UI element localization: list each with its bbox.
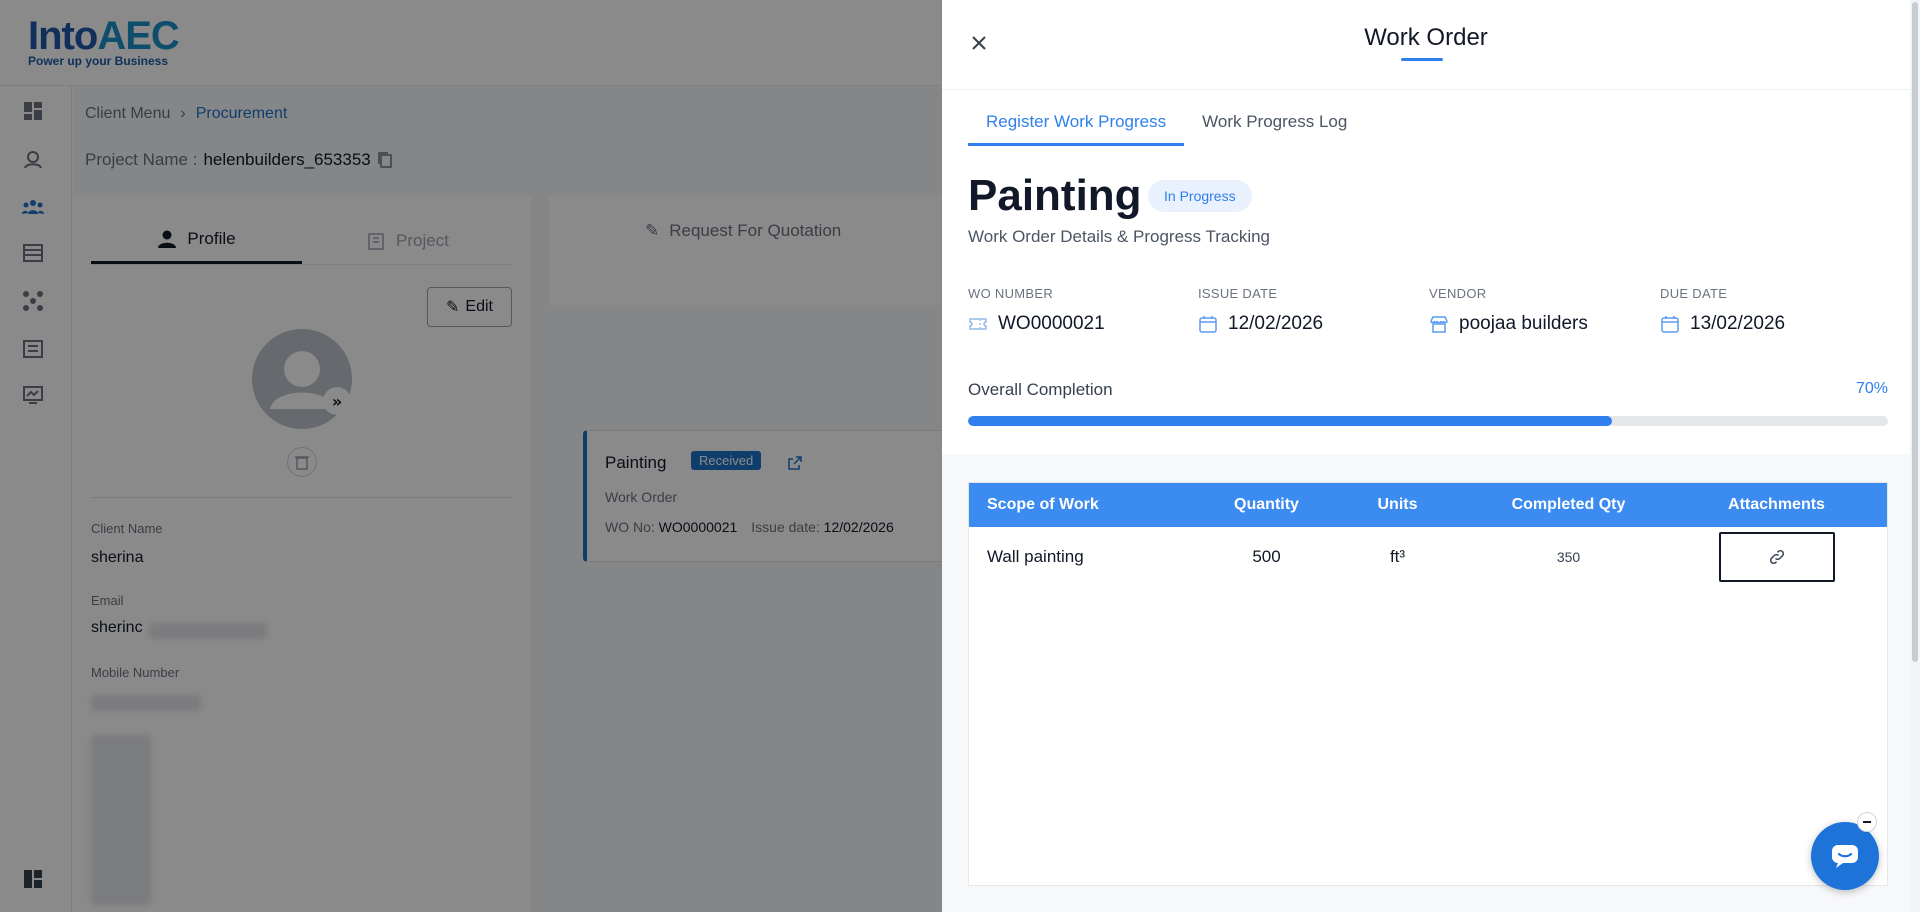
scope-of-work-table: Scope of Work Quantity Units Completed Q… — [968, 482, 1888, 886]
link-icon — [1769, 549, 1784, 565]
store-icon — [1430, 316, 1448, 333]
minus-icon — [1863, 821, 1871, 823]
tab-register-work-progress[interactable]: Register Work Progress — [968, 104, 1185, 146]
drawer-title: Work Order — [1364, 24, 1488, 51]
completion-progress-fill — [968, 416, 1612, 426]
drawer-header: Work Order — [942, 0, 1910, 90]
cell-completed-qty: 350 — [1556, 549, 1581, 565]
work-order-drawer: Work Order Register Work Progress Work P… — [942, 0, 1920, 912]
cell-scope: Wall painting — [987, 547, 1084, 566]
issue-date-field: ISSUE DATE 12/02/2026 — [1198, 286, 1324, 334]
title-underline — [1401, 58, 1443, 61]
attachment-link-button[interactable] — [1718, 532, 1835, 582]
table-header: Scope of Work Quantity Units Completed Q… — [969, 483, 1887, 527]
completion-progress-bar — [968, 416, 1888, 426]
vendor-field: VENDOR poojaa builders — [1429, 286, 1588, 334]
due-date-field: DUE DATE 13/02/2026 — [1660, 286, 1786, 334]
cell-quantity: 500 — [1252, 547, 1281, 566]
calendar-icon — [1199, 316, 1217, 333]
header-completed-qty: Completed Qty — [1511, 496, 1626, 513]
table-row: Wall painting 500 ft³ 350 — [969, 527, 1887, 587]
chat-icon — [1832, 845, 1858, 868]
drawer-tabs: Register Work Progress Work Progress Log — [968, 104, 1365, 146]
overall-completion-label: Overall Completion — [968, 380, 1113, 399]
ticket-icon — [969, 318, 987, 330]
status-badge: In Progress — [1148, 180, 1252, 212]
drawer-scrollbar[interactable] — [1910, 0, 1920, 912]
table-section: Scope of Work Quantity Units Completed Q… — [942, 454, 1910, 912]
work-order-name: Painting — [968, 171, 1142, 220]
header-quantity: Quantity — [1234, 496, 1299, 513]
header-scope-of-work: Scope of Work — [987, 496, 1099, 513]
tab-work-progress-log[interactable]: Work Progress Log — [1184, 104, 1365, 146]
wo-number-field: WO NUMBER WO0000021 — [968, 286, 1105, 334]
header-units: Units — [1377, 496, 1418, 513]
header-attachments: Attachments — [1728, 496, 1825, 513]
overall-completion-percent: 70% — [1855, 380, 1888, 397]
chat-button[interactable] — [1811, 822, 1879, 890]
cell-units: ft³ — [1389, 547, 1406, 566]
work-order-info: WO NUMBER WO0000021 ISSUE DATE 12/02/202… — [968, 286, 1888, 346]
calendar-icon — [1661, 316, 1679, 333]
minimize-chat-button[interactable] — [1857, 812, 1877, 832]
modal-backdrop[interactable] — [0, 0, 942, 912]
work-order-subtitle: Work Order Details & Progress Tracking — [968, 227, 1270, 246]
